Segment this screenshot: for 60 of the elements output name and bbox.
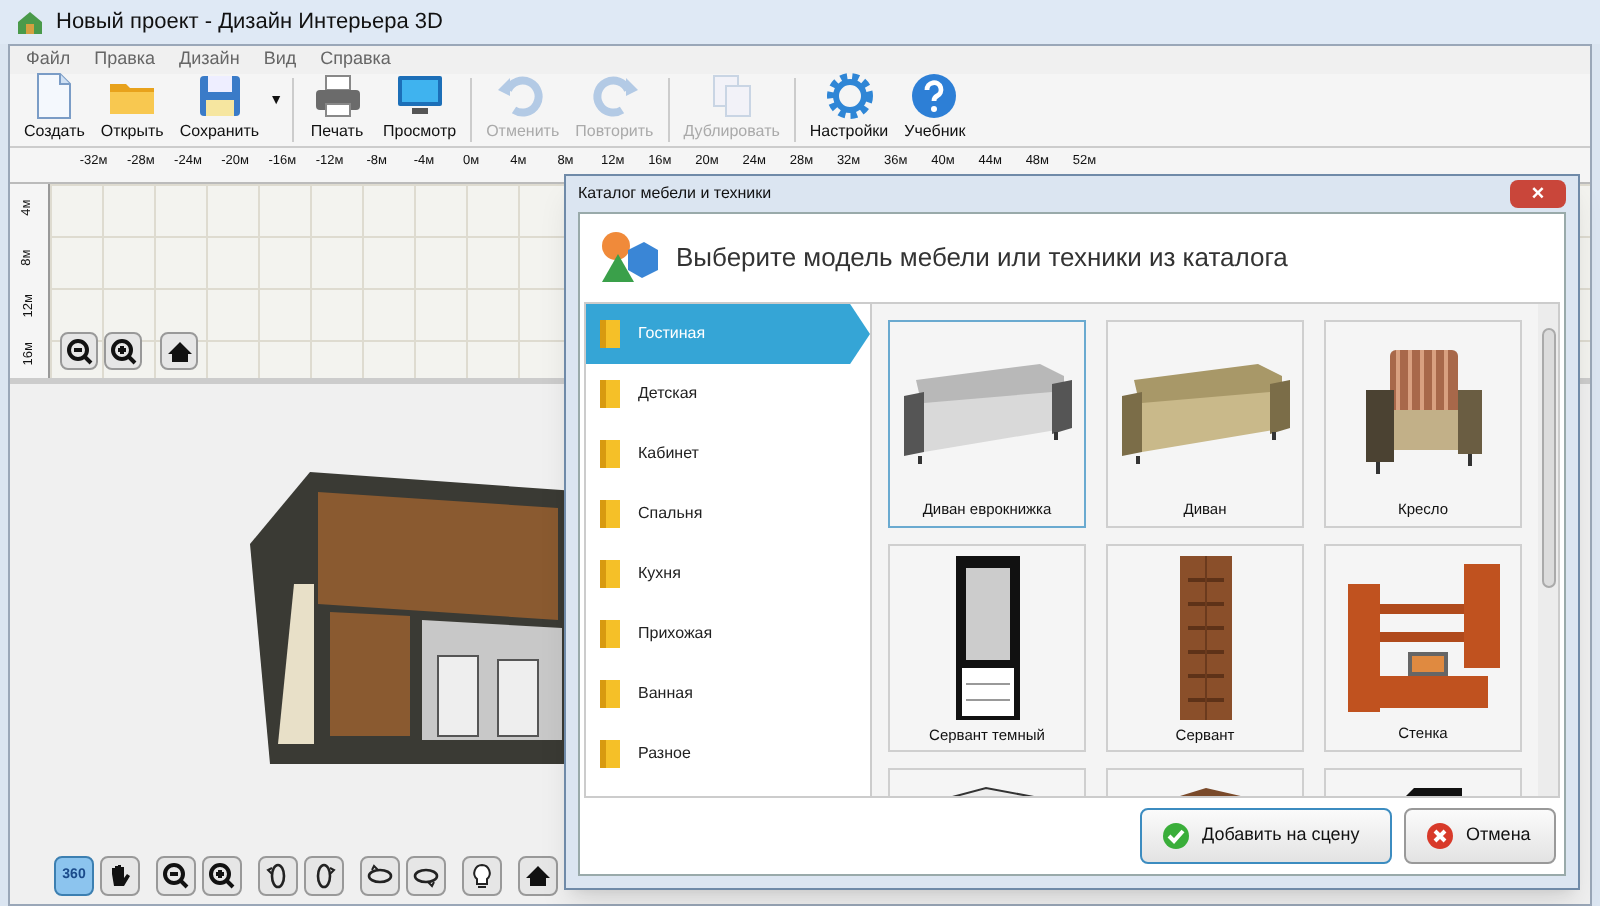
category-item[interactable]: Ванная [586,664,870,724]
toolbar-button[interactable]: Печать [301,70,374,142]
redo-arrow-icon [588,70,641,122]
zoom-out-icon [65,337,93,365]
toolbar-button[interactable]: Сохранить [173,70,266,142]
zoom-in-icon [208,862,236,890]
tilt-down-button[interactable] [406,856,446,896]
toolbar-button[interactable]: Открыть [94,70,170,142]
category-item[interactable]: Разное [586,724,870,784]
zoom-in-button[interactable] [104,332,142,370]
scrollbar[interactable] [1538,304,1558,796]
category-item[interactable]: Кухня [586,544,870,604]
dialog-heading: Выберите модель мебели или техники из каталога [676,240,1288,277]
menu-item[interactable]: Справка [320,46,391,74]
pan-button[interactable] [100,856,140,896]
close-button[interactable]: × [1510,180,1566,208]
check-icon [1162,822,1190,850]
home-button[interactable] [160,332,198,370]
zoom-out-button[interactable] [60,332,98,370]
book-icon [598,318,622,350]
category-item[interactable]: Спальня [586,484,870,544]
light-button[interactable] [462,856,502,896]
book-icon [598,738,622,770]
light-bulb-icon [468,862,496,890]
toolbar-button[interactable]: Создать [18,70,91,142]
window-title: Новый проект - Дизайн Интерьера 3D [56,7,443,38]
dialog-title: Каталог мебели и техники [578,182,772,206]
menu-item[interactable]: Дизайн [179,46,240,74]
home-icon [524,862,552,890]
book-icon [598,678,622,710]
add-button[interactable]: Добавить на сцену [1140,808,1392,864]
zoom-out-button[interactable] [156,856,196,896]
menu-item[interactable]: Вид [263,46,297,74]
gear-icon [823,70,876,122]
toolbar-button[interactable]: Просмотр [377,70,463,142]
menu-item[interactable]: Правка [94,46,156,74]
category-item[interactable]: Детская [586,364,870,424]
app-icon [16,10,44,34]
book-icon [598,618,622,650]
home-button[interactable] [518,856,558,896]
hand-icon [106,862,134,890]
toolbar-button[interactable]: Настройки [803,70,895,142]
menu-item[interactable]: Файл [26,46,71,74]
category-item[interactable]: Кабинет [586,424,870,484]
category-item[interactable]: Прихожая [586,604,870,664]
book-icon [598,438,622,470]
home-icon [165,337,193,365]
toolbar-button[interactable]: Учебник [898,70,972,142]
undo-arrow-icon [496,70,549,122]
tilt-up-button[interactable] [360,856,400,896]
turn-left-button[interactable] [258,856,298,896]
close-icon [1426,822,1454,850]
book-icon [598,558,622,590]
zoom-in-icon [109,337,137,365]
zoom-out-icon [162,862,190,890]
zoom-in-button[interactable] [202,856,242,896]
turn-right-button[interactable] [304,856,344,896]
book-icon [598,498,622,530]
cancel-button[interactable]: Отмена [1404,808,1556,864]
book-icon [598,378,622,410]
